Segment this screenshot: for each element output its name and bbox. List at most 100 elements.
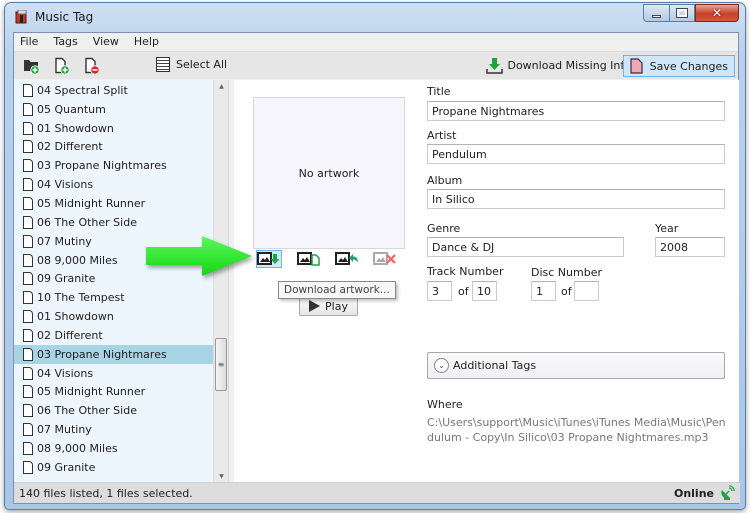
green-arrow-annotation-icon (146, 236, 252, 276)
file-list-item[interactable]: 06 The Other Side (14, 401, 213, 420)
menu-bar: File Tags View Help (14, 33, 738, 50)
artist-input[interactable] (427, 144, 725, 164)
file-icon (23, 215, 33, 229)
add-folder-button[interactable] (23, 57, 41, 75)
file-list-item[interactable]: 03 Propane Nightmares (14, 344, 213, 364)
save-document-icon (630, 58, 643, 74)
menu-file[interactable]: File (20, 35, 38, 48)
year-input[interactable] (655, 237, 725, 257)
file-list-item[interactable]: 01 Showdown (14, 119, 213, 138)
artwork-area[interactable]: No artwork (253, 97, 405, 249)
artwork-buttons (256, 250, 406, 269)
disc-number-input[interactable] (531, 281, 556, 301)
file-list-item[interactable]: 09 Granite (14, 458, 213, 477)
file-list-scrollbar[interactable]: ▲ ≡ ▼ (213, 80, 228, 484)
file-name: 06 The Other Side (37, 215, 137, 229)
file-list-item[interactable]: 06 The Other Side (14, 213, 213, 232)
chevron-down-icon: ⌄ (434, 358, 449, 373)
file-name: 05 Quantum (37, 102, 106, 116)
restore-artwork-button[interactable] (334, 250, 360, 268)
play-button[interactable]: Play (299, 296, 358, 316)
maximize-button[interactable] (669, 4, 695, 22)
file-list-item[interactable]: 04 Visions (14, 364, 213, 383)
file-name: 02 Different (37, 328, 103, 342)
file-list-item[interactable]: 04 Visions (14, 175, 213, 194)
status-bar: 140 files listed, 1 files selected. Onli… (14, 482, 740, 503)
title-input[interactable] (427, 101, 725, 121)
file-list-item[interactable]: 05 Quantum (14, 100, 213, 119)
file-list-item[interactable]: 02 Different (14, 326, 213, 345)
image-download-icon (257, 252, 280, 265)
file-icon (23, 159, 33, 173)
satellite-dish-icon (721, 485, 735, 500)
play-icon (309, 300, 321, 312)
where-label: Where (427, 398, 463, 411)
file-list-item[interactable]: 05 Midnight Runner (14, 194, 213, 213)
file-name: 05 Midnight Runner (37, 385, 146, 399)
close-button[interactable]: ✕ (695, 4, 739, 22)
file-icon (23, 441, 33, 455)
track-of-label: of (458, 285, 469, 298)
menu-view[interactable]: View (93, 35, 119, 48)
track-total-input[interactable] (472, 281, 497, 301)
save-changes-button[interactable]: Save Changes (622, 55, 735, 77)
file-icon (23, 140, 33, 154)
toolbar: Select All Download Missing Info Save Ch… (14, 51, 738, 79)
select-all-button[interactable]: Select All (156, 57, 227, 72)
file-icon (23, 121, 33, 135)
file-name: 06 The Other Side (37, 404, 137, 418)
remove-artwork-button[interactable] (372, 250, 398, 268)
title-label: Title (427, 85, 451, 98)
artist-label: Artist (427, 129, 457, 142)
file-icon (23, 347, 33, 361)
add-file-button[interactable] (53, 57, 71, 75)
additional-tags-label: Additional Tags (453, 359, 537, 372)
album-label: Album (427, 174, 463, 187)
file-list-item[interactable]: 03 Propane Nightmares (14, 156, 213, 175)
file-list-item[interactable]: 10 The Tempest (14, 288, 213, 307)
file-icon (23, 253, 33, 267)
file-path: C:\Users\support\Music\iTunes\iTunes Med… (427, 416, 726, 444)
menu-tags[interactable]: Tags (53, 35, 77, 48)
album-input[interactable] (427, 189, 725, 209)
minimize-button[interactable] (643, 4, 669, 22)
download-artwork-button[interactable] (256, 250, 282, 268)
title-bar[interactable]: Music Tag ✕ (5, 3, 745, 31)
add-artwork-from-file-button[interactable] (296, 250, 322, 268)
minimize-icon (652, 14, 661, 18)
file-name: 04 Visions (37, 178, 94, 192)
disc-total-input[interactable] (574, 281, 599, 301)
file-name: 08 9,000 Miles (37, 253, 118, 267)
menu-help[interactable]: Help (134, 35, 159, 48)
file-name: 10 The Tempest (37, 291, 125, 305)
file-list-item[interactable]: 02 Different (14, 138, 213, 157)
close-icon: ✕ (711, 6, 723, 20)
track-number-input[interactable] (427, 281, 452, 301)
image-delete-icon (373, 252, 396, 265)
download-missing-info-button[interactable]: Download Missing Info (486, 57, 631, 74)
file-list-item[interactable]: 08 9,000 Miles (14, 439, 213, 458)
file-icon (23, 460, 33, 474)
file-list-item[interactable]: 07 Mutiny (14, 420, 213, 439)
file-icon (23, 328, 33, 342)
window-title: Music Tag (35, 10, 94, 24)
scroll-thumb[interactable]: ≡ (215, 338, 227, 391)
file-icon (23, 404, 33, 418)
additional-tags-expander[interactable]: ⌄ Additional Tags (427, 352, 725, 379)
genre-input[interactable] (427, 237, 624, 257)
file-list-item[interactable]: 01 Showdown (14, 307, 213, 326)
file-list-item[interactable]: 04 Spectral Split (14, 81, 213, 100)
file-list-item[interactable]: 05 Midnight Runner (14, 383, 213, 402)
download-missing-label: Download Missing Info (507, 59, 631, 72)
status-files-text: 140 files listed, 1 files selected. (19, 486, 193, 500)
file-name: 01 Showdown (37, 310, 114, 324)
file-name: 09 Granite (37, 460, 96, 474)
file-add-icon (55, 57, 70, 75)
file-name: 08 9,000 Miles (37, 441, 118, 455)
file-icon (23, 291, 33, 305)
remove-file-button[interactable] (83, 57, 101, 75)
file-name: 04 Spectral Split (37, 83, 128, 97)
online-status-label: Online (673, 486, 714, 500)
image-file-icon (297, 252, 320, 266)
scroll-up-arrow-icon[interactable]: ▲ (214, 80, 228, 94)
